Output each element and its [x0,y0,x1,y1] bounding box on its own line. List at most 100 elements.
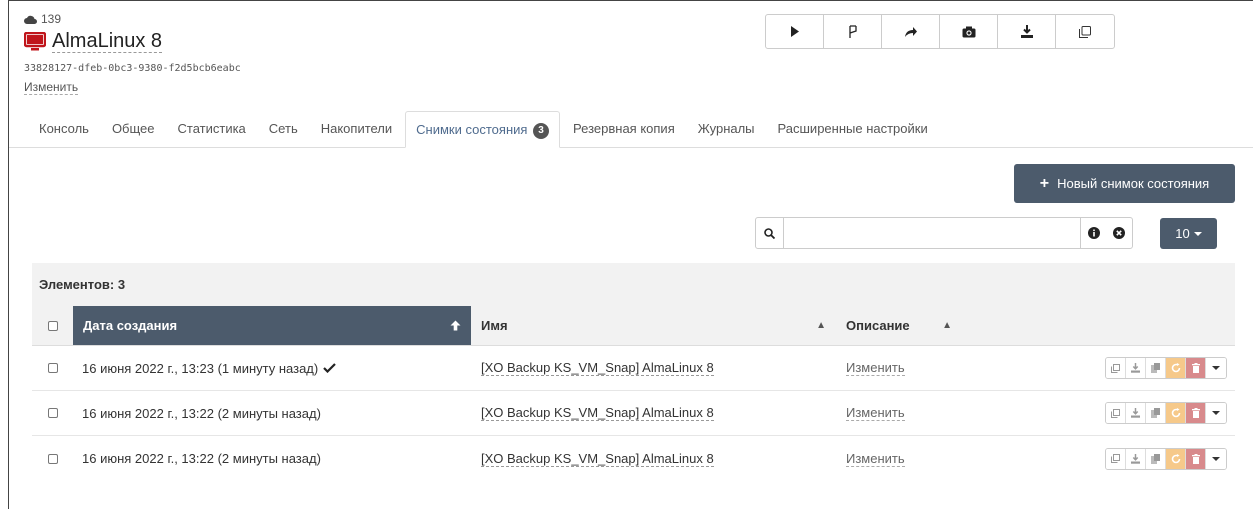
tab-snapshots[interactable]: Снимки состояния 3 [405,111,561,148]
plus-icon: + [1039,174,1050,192]
copy-button[interactable] [1056,15,1114,48]
vm-name[interactable]: AlmaLinux 8 [52,30,163,53]
column-date-header[interactable]: Дата создания [73,306,471,345]
row-checkbox[interactable] [32,408,73,418]
tab-stats[interactable]: Статистика [168,111,256,147]
caret-down-icon [1212,366,1220,370]
download-icon [1020,25,1033,38]
search-bar [755,217,1133,249]
column-date-label: Дата создания [83,318,178,333]
search-input[interactable] [784,218,1080,248]
sort-icon: ▲︎ [942,320,952,331]
create-vm-icon[interactable] [1146,403,1166,423]
table-row[interactable]: 16 июня 2022 г., 13:22 (2 минуты назад) … [32,391,1235,436]
pool-count: 139 [41,12,62,26]
migrate-icon [904,26,917,37]
snapshot-date-text: 16 июня 2022 г., 13:22 (2 минуты назад) [82,451,321,466]
tab-network[interactable]: Сеть [259,111,308,147]
delete-icon[interactable] [1186,358,1206,378]
more-actions-dropdown[interactable] [1206,403,1226,423]
clear-search-icon[interactable] [1106,218,1132,248]
page-size-dropdown[interactable]: 10 [1160,218,1217,249]
sort-icon: ▲︎ [816,320,826,331]
snapshot-date-text: 16 июня 2022 г., 13:23 (1 минуту назад) [82,360,319,376]
new-snapshot-label: Новый снимок состояния [1057,176,1210,191]
snapshot-name-text[interactable]: [XO Backup KS_VM_Snap] AlmaLinux 8 [481,360,714,376]
row-checkbox[interactable] [32,363,73,373]
vm-header: 139 AlmaLinux 8 33828127-dfeb-0bc3-9380-… [24,12,241,95]
info-icon[interactable] [1080,218,1106,248]
snapshot-description[interactable]: Изменить [836,451,966,467]
select-all-checkbox[interactable] [32,306,73,345]
tab-snapshots-label: Снимки состояния [416,122,528,137]
arrow-up-icon [450,320,461,331]
caret-down-icon [1193,231,1202,236]
create-vm-icon[interactable] [1146,358,1166,378]
camera-icon [962,26,975,37]
column-name-header[interactable]: Имя ▲︎ [471,306,836,345]
vm-uuid: 33828127-dfeb-0bc3-9380-f2d5bcb6eabc [24,63,241,74]
export-icon[interactable] [1126,403,1146,423]
row-actions [966,357,1235,379]
copy-icon [1079,25,1091,38]
new-snapshot-button[interactable]: + Новый снимок состояния [1014,164,1235,203]
edit-description-link[interactable]: Изменить [846,451,905,467]
revert-icon[interactable] [1166,403,1186,423]
tab-disks[interactable]: Накопители [311,111,402,147]
tab-console[interactable]: Консоль [29,111,99,147]
search-icon [756,218,784,248]
copy-icon[interactable] [1106,403,1126,423]
start-button[interactable] [766,15,824,48]
snapshot-date: 16 июня 2022 г., 13:22 (2 минуты назад) [73,406,471,421]
column-name-label: Имя [481,318,508,333]
column-description-header[interactable]: Описание ▲︎ [836,306,966,345]
snapshot-name-text[interactable]: [XO Backup KS_VM_Snap] AlmaLinux 8 [481,451,714,467]
fast-clone-button[interactable] [824,15,882,48]
snapshot-button[interactable] [940,15,998,48]
revert-icon[interactable] [1166,448,1186,469]
snapshot-name-text[interactable]: [XO Backup KS_VM_Snap] AlmaLinux 8 [481,405,714,421]
export-icon[interactable] [1126,358,1146,378]
export-icon[interactable] [1126,448,1146,469]
items-count: Элементов: 3 [32,263,1235,306]
copy-icon[interactable] [1106,358,1126,378]
row-checkbox[interactable] [32,453,73,464]
delete-icon[interactable] [1186,448,1206,469]
export-button[interactable] [998,15,1056,48]
more-actions-dropdown[interactable] [1206,448,1226,469]
edit-description-link[interactable]: Изменить [846,405,905,421]
edit-description-link[interactable]: Изменить [846,360,905,376]
snapshot-name[interactable]: [XO Backup KS_VM_Snap] AlmaLinux 8 [471,360,836,376]
snapshot-description[interactable]: Изменить [836,405,966,421]
pool-info[interactable]: 139 [24,12,241,26]
tab-logs[interactable]: Журналы [688,111,765,147]
delete-icon[interactable] [1186,403,1206,423]
snapshots-table: Элементов: 3 Дата создания Имя ▲︎ Описан… [32,263,1235,481]
create-vm-icon[interactable] [1146,448,1166,469]
snapshot-count-badge: 3 [533,122,550,139]
revert-icon[interactable] [1166,358,1186,378]
tab-advanced[interactable]: Расширенные настройки [768,111,938,147]
tab-backup[interactable]: Резервная копия [563,111,685,147]
snapshot-description[interactable]: Изменить [836,360,966,376]
tab-general[interactable]: Общее [102,111,165,147]
table-row[interactable]: 16 июня 2022 г., 13:22 (2 минуты назад) … [32,436,1235,481]
snapshot-name[interactable]: [XO Backup KS_VM_Snap] AlmaLinux 8 [471,451,836,467]
table-header: Дата создания Имя ▲︎ Описание ▲︎ [32,306,1235,346]
vm-toolbar [765,14,1115,49]
caret-down-icon [1212,456,1220,461]
page-size-value: 10 [1175,226,1190,241]
more-actions-dropdown[interactable] [1206,358,1226,378]
snapshot-date: 16 июня 2022 г., 13:23 (1 минуту назад) [73,361,471,376]
vm-tabs: Консоль Общее Статистика Сеть Накопители… [9,111,1253,148]
fast-clone-icon [848,24,857,38]
table-row[interactable]: 16 июня 2022 г., 13:23 (1 минуту назад) … [32,346,1235,391]
caret-down-icon [1212,411,1220,415]
copy-icon[interactable] [1106,448,1126,469]
snapshot-name[interactable]: [XO Backup KS_VM_Snap] AlmaLinux 8 [471,405,836,421]
current-check-icon [323,363,336,373]
edit-tags-link[interactable]: Изменить [24,80,79,95]
snapshot-date: 16 июня 2022 г., 13:22 (2 минуты назад) [73,451,471,466]
row-actions [966,447,1235,470]
migrate-button[interactable] [882,15,940,48]
